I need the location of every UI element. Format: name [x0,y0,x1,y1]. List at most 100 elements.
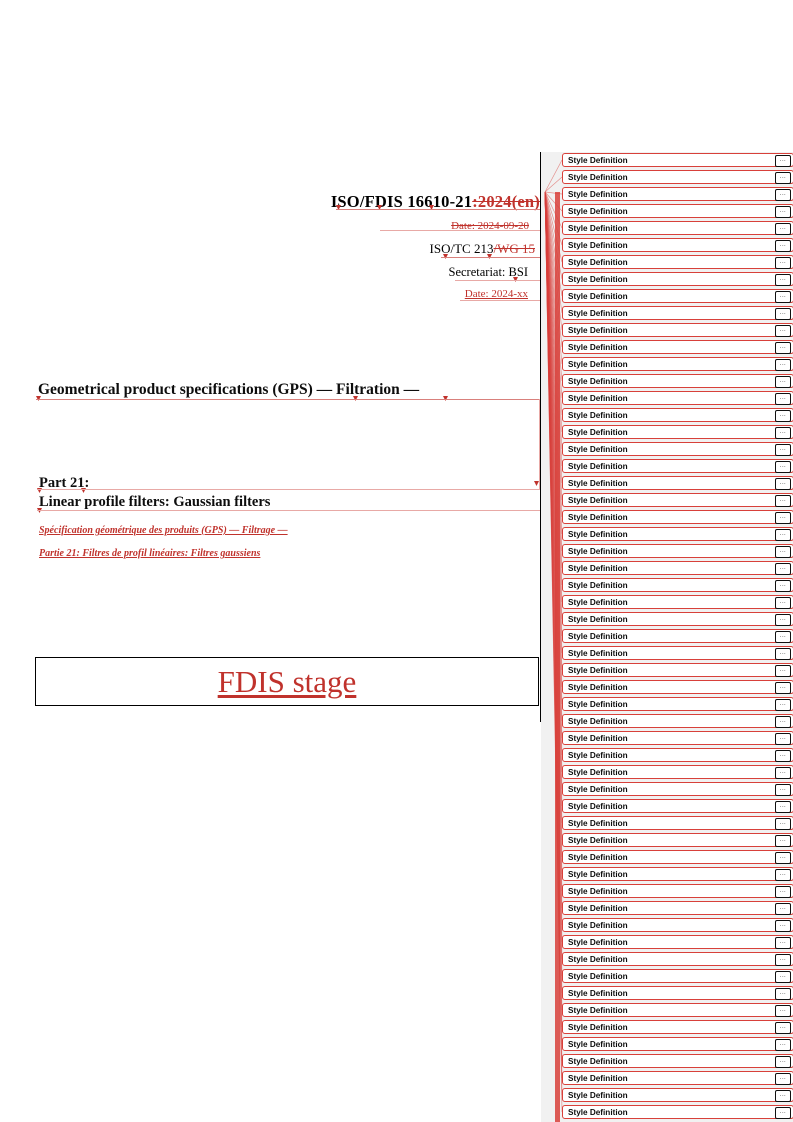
style-definition-comment[interactable]: Style Definition... [562,272,793,286]
style-definition-comment[interactable]: Style Definition... [562,714,793,728]
comment-options-button[interactable]: ... [775,546,791,558]
comment-options-button[interactable]: ... [775,172,791,184]
comment-options-button[interactable]: ... [775,206,791,218]
comment-options-button[interactable]: ... [775,393,791,405]
comment-options-button[interactable]: ... [775,886,791,898]
style-definition-comment[interactable]: Style Definition... [562,867,793,881]
style-definition-comment[interactable]: Style Definition... [562,782,793,796]
comment-options-button[interactable]: ... [775,665,791,677]
style-definition-comment[interactable]: Style Definition... [562,527,793,541]
style-definition-comment[interactable]: Style Definition... [562,323,793,337]
comment-options-button[interactable]: ... [775,478,791,490]
style-definition-comment[interactable]: Style Definition... [562,629,793,643]
comment-options-button[interactable]: ... [775,937,791,949]
style-definition-comment[interactable]: Style Definition... [562,255,793,269]
style-definition-comment[interactable]: Style Definition... [562,425,793,439]
style-definition-comment[interactable]: Style Definition... [562,289,793,303]
style-definition-comment[interactable]: Style Definition... [562,1037,793,1051]
style-definition-comment[interactable]: Style Definition... [562,680,793,694]
style-definition-comment[interactable]: Style Definition... [562,374,793,388]
style-definition-comment[interactable]: Style Definition... [562,493,793,507]
style-definition-comment[interactable]: Style Definition... [562,1020,793,1034]
style-definition-comment[interactable]: Style Definition... [562,187,793,201]
style-definition-comment[interactable]: Style Definition... [562,952,793,966]
comment-options-button[interactable]: ... [775,189,791,201]
comment-options-button[interactable]: ... [775,920,791,932]
comment-options-button[interactable]: ... [775,750,791,762]
style-definition-comment[interactable]: Style Definition... [562,204,793,218]
comment-options-button[interactable]: ... [775,971,791,983]
style-definition-comment[interactable]: Style Definition... [562,935,793,949]
comment-options-button[interactable]: ... [775,495,791,507]
style-definition-comment[interactable]: Style Definition... [562,595,793,609]
style-definition-comment[interactable]: Style Definition... [562,918,793,932]
style-definition-comment[interactable]: Style Definition... [562,442,793,456]
comment-options-button[interactable]: ... [775,427,791,439]
style-definition-comment[interactable]: Style Definition... [562,238,793,252]
comment-options-button[interactable]: ... [775,1005,791,1017]
style-definition-comment[interactable]: Style Definition... [562,663,793,677]
comment-options-button[interactable]: ... [775,699,791,711]
comment-options-button[interactable]: ... [775,614,791,626]
style-definition-comment[interactable]: Style Definition... [562,646,793,660]
comment-options-button[interactable]: ... [775,155,791,167]
style-definition-comment[interactable]: Style Definition... [562,391,793,405]
comment-options-button[interactable]: ... [775,597,791,609]
style-definition-comment[interactable]: Style Definition... [562,1071,793,1085]
comment-options-button[interactable]: ... [775,580,791,592]
style-definition-comment[interactable]: Style Definition... [562,731,793,745]
comment-options-button[interactable]: ... [775,1056,791,1068]
comment-options-button[interactable]: ... [775,784,791,796]
comment-options-button[interactable]: ... [775,461,791,473]
style-definition-comment[interactable]: Style Definition... [562,901,793,915]
comment-options-button[interactable]: ... [775,903,791,915]
style-definition-comment[interactable]: Style Definition... [562,833,793,847]
comment-options-button[interactable]: ... [775,818,791,830]
comment-options-button[interactable]: ... [775,291,791,303]
comment-options-button[interactable]: ... [775,801,791,813]
comment-options-button[interactable]: ... [775,444,791,456]
comment-options-button[interactable]: ... [775,308,791,320]
comment-options-button[interactable]: ... [775,733,791,745]
comment-options-button[interactable]: ... [775,1073,791,1085]
style-definition-comment[interactable]: Style Definition... [562,1054,793,1068]
style-definition-comment[interactable]: Style Definition... [562,969,793,983]
style-definition-comment[interactable]: Style Definition... [562,459,793,473]
comment-options-button[interactable]: ... [775,257,791,269]
style-definition-comment[interactable]: Style Definition... [562,170,793,184]
style-definition-comment[interactable]: Style Definition... [562,476,793,490]
comment-options-button[interactable]: ... [775,1039,791,1051]
style-definition-comment[interactable]: Style Definition... [562,799,793,813]
style-definition-comment[interactable]: Style Definition... [562,884,793,898]
style-definition-comment[interactable]: Style Definition... [562,221,793,235]
style-definition-comment[interactable]: Style Definition... [562,357,793,371]
style-definition-comment[interactable]: Style Definition... [562,578,793,592]
style-definition-comment[interactable]: Style Definition... [562,850,793,864]
comment-options-button[interactable]: ... [775,1022,791,1034]
comment-options-button[interactable]: ... [775,869,791,881]
comment-options-button[interactable]: ... [775,631,791,643]
comment-options-button[interactable]: ... [775,223,791,235]
comment-options-button[interactable]: ... [775,240,791,252]
comment-options-button[interactable]: ... [775,1090,791,1102]
comment-options-button[interactable]: ... [775,529,791,541]
comment-options-button[interactable]: ... [775,1107,791,1119]
comment-options-button[interactable]: ... [775,767,791,779]
comment-options-button[interactable]: ... [775,342,791,354]
style-definition-comment[interactable]: Style Definition... [562,1105,793,1119]
style-definition-comment[interactable]: Style Definition... [562,544,793,558]
style-definition-comment[interactable]: Style Definition... [562,306,793,320]
style-definition-comment[interactable]: Style Definition... [562,748,793,762]
style-definition-comment[interactable]: Style Definition... [562,765,793,779]
comment-options-button[interactable]: ... [775,682,791,694]
style-definition-comment[interactable]: Style Definition... [562,510,793,524]
style-definition-comment[interactable]: Style Definition... [562,1003,793,1017]
style-definition-comment[interactable]: Style Definition... [562,612,793,626]
style-definition-comment[interactable]: Style Definition... [562,153,793,167]
comment-options-button[interactable]: ... [775,376,791,388]
style-definition-comment[interactable]: Style Definition... [562,561,793,575]
comment-options-button[interactable]: ... [775,274,791,286]
style-definition-comment[interactable]: Style Definition... [562,816,793,830]
comment-options-button[interactable]: ... [775,410,791,422]
style-definition-comment[interactable]: Style Definition... [562,986,793,1000]
